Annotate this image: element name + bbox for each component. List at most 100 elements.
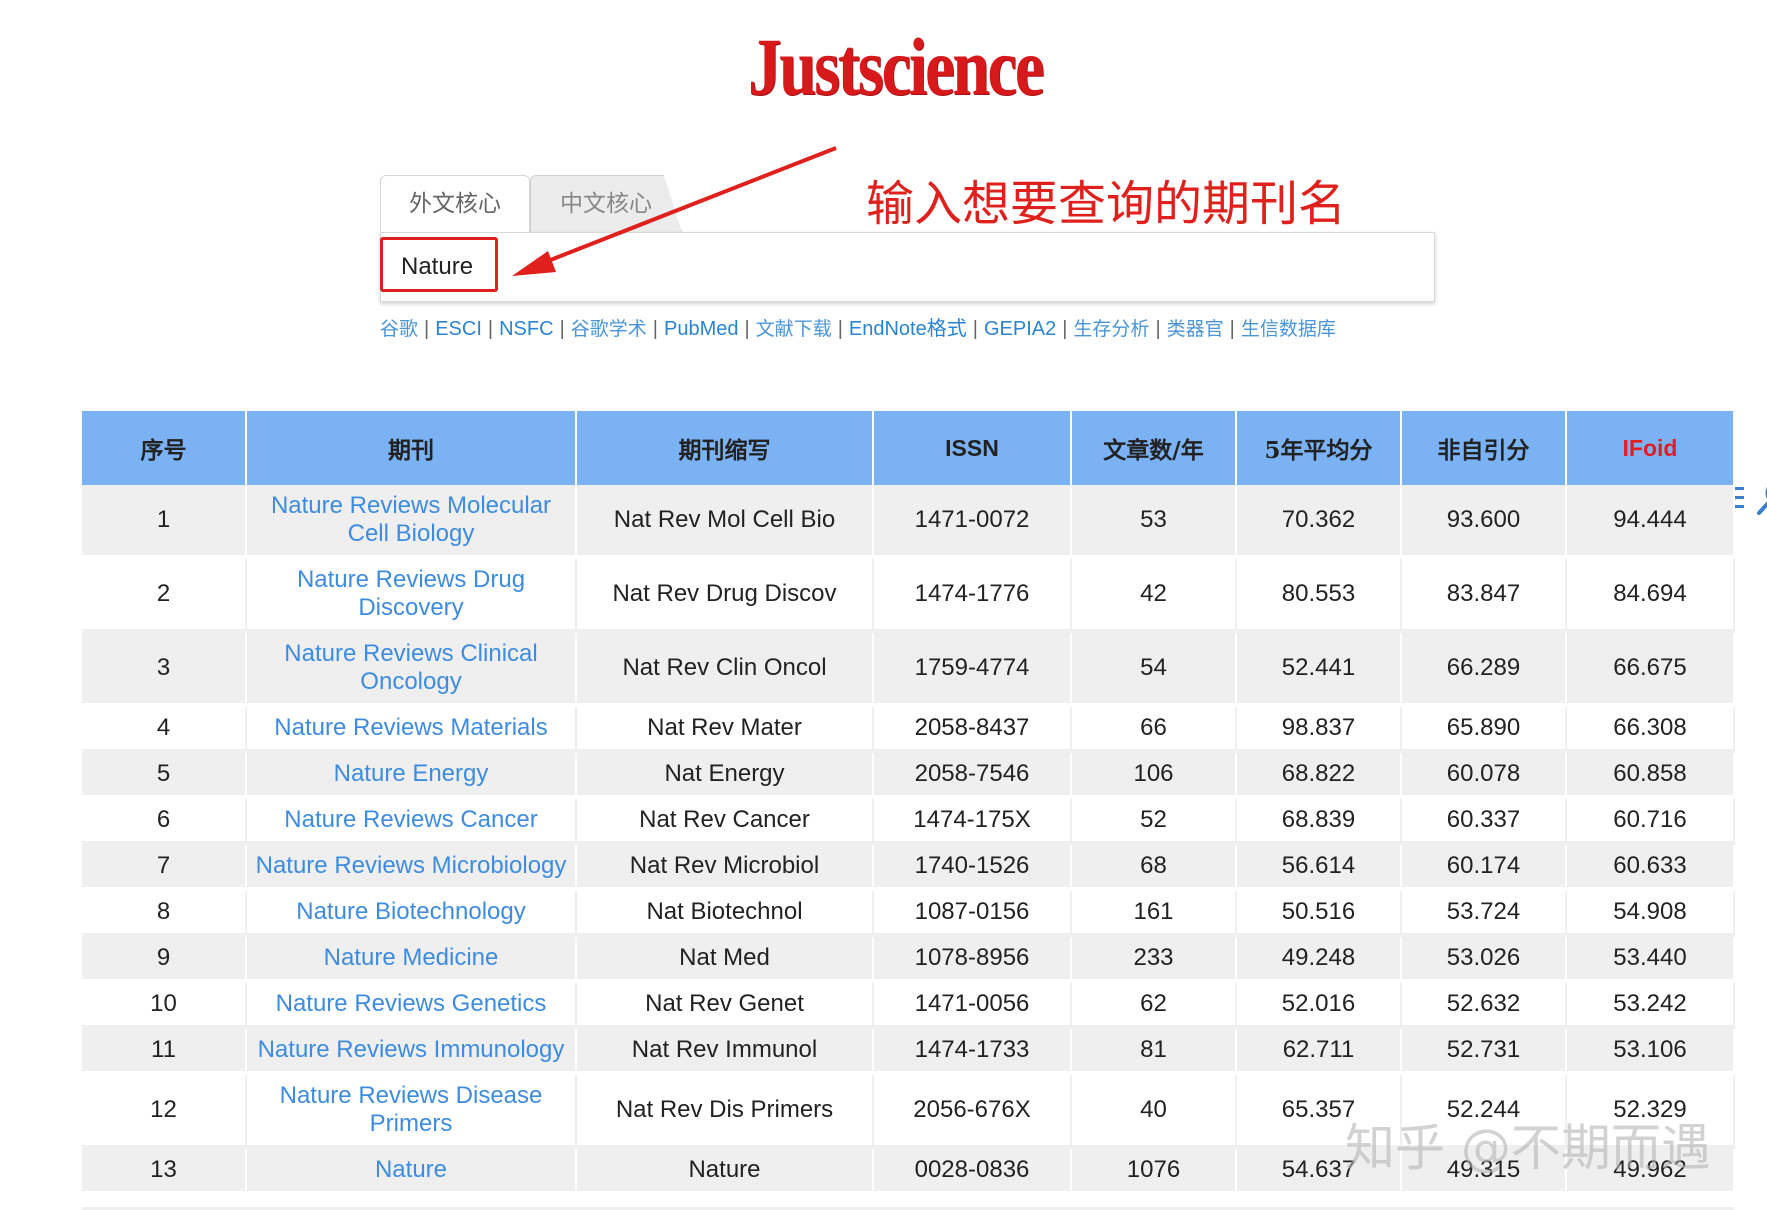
cell-abbreviation: Nat Rev Clin Oncol	[576, 631, 874, 707]
quick-link[interactable]: 生存分析	[1073, 318, 1149, 340]
watermark: 知乎 @不期而遇	[1345, 1119, 1711, 1177]
cell-journal-name[interactable]: Nature Energy	[246, 751, 577, 799]
header-nonself-citation: 非自引分	[1401, 411, 1567, 485]
quick-link[interactable]: GEPIA2	[984, 318, 1056, 340]
tab-chinese-core[interactable]: 中文核心	[530, 175, 682, 232]
quick-link[interactable]: 谷歌	[380, 318, 418, 340]
cell-abbreviation: Nature	[576, 1147, 874, 1195]
quick-link[interactable]: ESCI	[435, 318, 482, 340]
table-row: 10 Nature Reviews Genetics Nat Rev Genet 14…	[82, 981, 1735, 1029]
cell-nonself-citation: 66.289	[1401, 631, 1567, 707]
cell-issn: 2056-676X	[873, 1073, 1072, 1149]
header-journal: 期刊	[246, 411, 577, 485]
cell-5yr-average: 98.837	[1236, 705, 1402, 753]
cell-ifoid: 60.716	[1566, 797, 1735, 845]
cell-nonself-citation: 52.731	[1401, 1027, 1567, 1075]
cell-nonself-citation: 53.724	[1401, 889, 1567, 937]
site-logo[interactable]: Justscience	[748, 22, 1045, 112]
header-ifoid: IFoid	[1566, 411, 1735, 485]
cell-journal-name[interactable]: Nature Reviews Clinical Oncology	[246, 631, 577, 707]
cell-ifoid: 53.440	[1566, 935, 1735, 983]
cell-articles-per-year: 53	[1071, 485, 1237, 559]
table-header-row: 序号 期刊 期刊缩写 ISSN 文章数/年 5年平均分 非自引分 IFoid	[82, 411, 1735, 485]
cell-nonself-citation: 53.026	[1401, 935, 1567, 983]
journal-table: 序号 期刊 期刊缩写 ISSN 文章数/年 5年平均分 非自引分 IFoid 1…	[82, 411, 1735, 1195]
cell-index: 6	[82, 797, 247, 845]
cell-issn: 1474-1733	[873, 1027, 1072, 1075]
cell-index: 7	[82, 843, 247, 891]
search-icon[interactable]	[1754, 478, 1767, 518]
link-separator: |	[837, 318, 843, 340]
cell-journal-name[interactable]: Nature Reviews Microbiology	[246, 843, 577, 891]
cell-5yr-average: 52.016	[1236, 981, 1402, 1029]
cell-index: 13	[82, 1147, 247, 1195]
quick-link[interactable]: 生信数据库	[1241, 318, 1336, 340]
table-row: 2 Nature Reviews Drug Discovery Nat Rev Dr…	[82, 557, 1735, 633]
cell-index: 8	[82, 889, 247, 937]
cell-index: 2	[82, 557, 247, 633]
cell-abbreviation: Nat Rev Dis Primers	[576, 1073, 874, 1149]
link-separator: |	[1155, 318, 1161, 340]
tab-foreign-core[interactable]: 外文核心	[380, 175, 530, 232]
cell-issn: 1087-0156	[873, 889, 1072, 937]
cell-ifoid: 94.444	[1566, 485, 1735, 559]
cell-index: 12	[82, 1073, 247, 1149]
cell-abbreviation: Nat Energy	[576, 751, 874, 799]
cell-journal-name[interactable]: Nature Reviews Disease Primers	[246, 1073, 577, 1149]
cell-journal-name[interactable]: Nature Reviews Cancer	[246, 797, 577, 845]
cell-index: 3	[82, 631, 247, 707]
cell-5yr-average: 68.839	[1236, 797, 1402, 845]
cell-articles-per-year: 106	[1071, 751, 1237, 799]
cell-articles-per-year: 68	[1071, 843, 1237, 891]
cell-journal-name[interactable]: Nature Reviews Immunology	[246, 1027, 577, 1075]
cell-articles-per-year: 66	[1071, 705, 1237, 753]
cell-articles-per-year: 161	[1071, 889, 1237, 937]
cell-journal-name[interactable]: Nature Medicine	[246, 935, 577, 983]
cell-nonself-citation: 65.890	[1401, 705, 1567, 753]
cell-journal-name[interactable]: Nature	[246, 1147, 577, 1195]
header-abbreviation: 期刊缩写	[576, 411, 874, 485]
cell-journal-name[interactable]: Nature Reviews Materials	[246, 705, 577, 753]
link-separator: |	[559, 318, 565, 340]
cell-abbreviation: Nat Rev Mol Cell Bio	[576, 485, 874, 559]
cell-ifoid: 66.675	[1566, 631, 1735, 707]
link-separator: |	[424, 318, 430, 340]
cell-nonself-citation: 60.078	[1401, 751, 1567, 799]
cell-ifoid: 53.106	[1566, 1027, 1735, 1075]
cell-articles-per-year: 62	[1071, 981, 1237, 1029]
quick-link[interactable]: PubMed	[664, 318, 739, 340]
cell-articles-per-year: 1076	[1071, 1147, 1237, 1195]
cell-issn: 1471-0056	[873, 981, 1072, 1029]
cell-5yr-average: 50.516	[1236, 889, 1402, 937]
table-row: 7 Nature Reviews Microbiology Nat Rev Micr…	[82, 843, 1735, 891]
table-row: 9 Nature Medicine Nat Med 1078-8956 233 49.24…	[82, 935, 1735, 983]
quick-link[interactable]: EndNote格式	[849, 318, 967, 340]
cell-articles-per-year: 42	[1071, 557, 1237, 633]
search-input[interactable]	[381, 233, 1281, 301]
table-row: 1 Nature Reviews Molecular Cell Biology Na…	[82, 485, 1735, 559]
cell-5yr-average: 68.822	[1236, 751, 1402, 799]
annotation-text: 输入想要查询的期刊名	[866, 176, 1347, 232]
table-row: 4 Nature Reviews Materials Nat Rev Mater 20…	[82, 705, 1735, 753]
header-index: 序号	[82, 411, 247, 485]
cell-issn: 1740-1526	[873, 843, 1072, 891]
quick-link[interactable]: 文献下载	[756, 318, 832, 340]
table-row: 3 Nature Reviews Clinical Oncology Nat Rev…	[82, 631, 1735, 707]
cell-nonself-citation: 93.600	[1401, 485, 1567, 559]
cell-abbreviation: Nat Rev Genet	[576, 981, 874, 1029]
cell-nonself-citation: 83.847	[1401, 557, 1567, 633]
cell-nonself-citation: 60.174	[1401, 843, 1567, 891]
cell-issn: 2058-7546	[873, 751, 1072, 799]
cell-journal-name[interactable]: Nature Reviews Genetics	[246, 981, 577, 1029]
quick-link[interactable]: NSFC	[499, 318, 553, 340]
cell-journal-name[interactable]: Nature Reviews Drug Discovery	[246, 557, 577, 633]
quick-link[interactable]: 类器官	[1167, 318, 1224, 340]
quick-link[interactable]: 谷歌学术	[571, 318, 647, 340]
cell-journal-name[interactable]: Nature Biotechnology	[246, 889, 577, 937]
cell-journal-name[interactable]: Nature Reviews Molecular Cell Biology	[246, 485, 577, 559]
cell-index: 9	[82, 935, 247, 983]
cell-5yr-average: 56.614	[1236, 843, 1402, 891]
cell-nonself-citation: 52.632	[1401, 981, 1567, 1029]
table-row: 6 Nature Reviews Cancer Nat Rev Cancer 1474…	[82, 797, 1735, 845]
cell-index: 5	[82, 751, 247, 799]
